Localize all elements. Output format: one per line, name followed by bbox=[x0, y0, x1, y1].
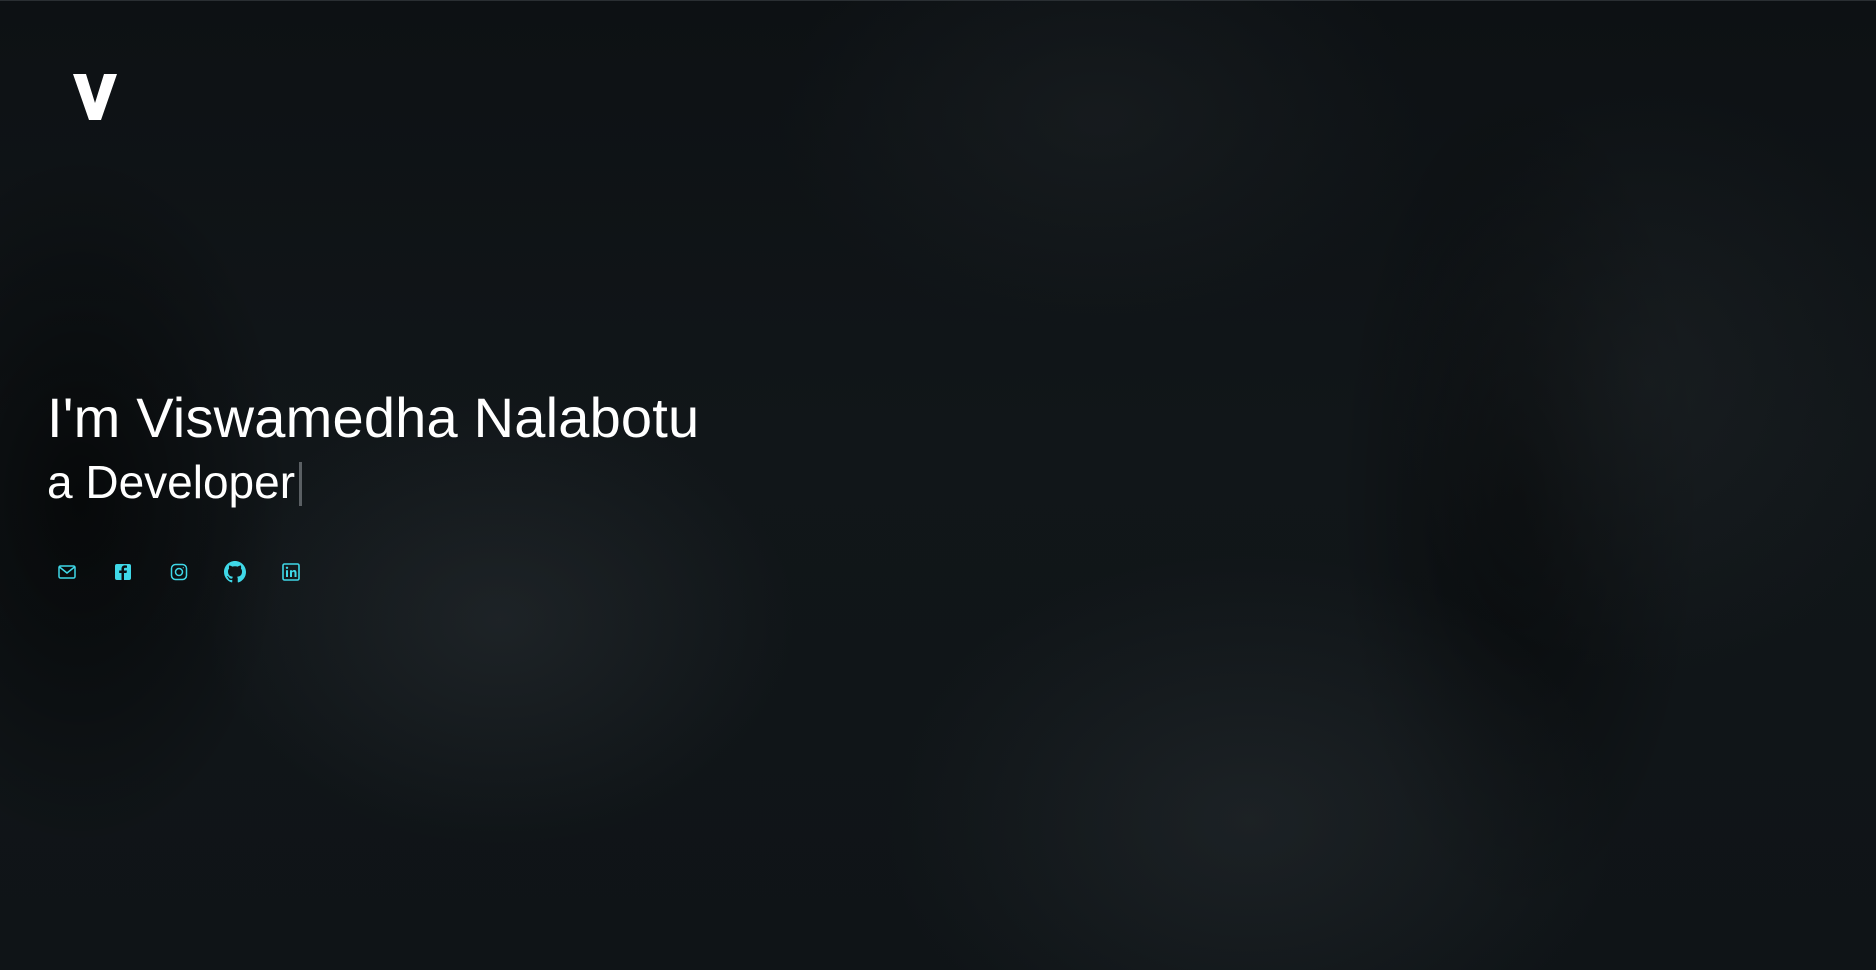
top-border bbox=[0, 0, 1876, 1]
facebook-icon bbox=[113, 562, 133, 582]
github-link[interactable] bbox=[224, 561, 246, 583]
hero-section: I'm Viswamedha Nalabotu a Developer bbox=[47, 386, 699, 510]
instagram-icon bbox=[169, 562, 189, 582]
typing-cursor bbox=[299, 462, 303, 506]
linkedin-link[interactable] bbox=[280, 561, 302, 583]
github-icon bbox=[224, 561, 246, 583]
linkedin-icon bbox=[281, 562, 301, 582]
typed-role: a Developer bbox=[47, 456, 296, 508]
email-link[interactable] bbox=[56, 561, 78, 583]
hero-subtitle: a Developer bbox=[47, 454, 699, 510]
v-logo-icon[interactable] bbox=[73, 74, 117, 120]
hero-title: I'm Viswamedha Nalabotu bbox=[47, 386, 700, 449]
mail-icon bbox=[57, 562, 77, 582]
facebook-link[interactable] bbox=[112, 561, 134, 583]
instagram-link[interactable] bbox=[168, 561, 190, 583]
social-links bbox=[56, 561, 336, 583]
